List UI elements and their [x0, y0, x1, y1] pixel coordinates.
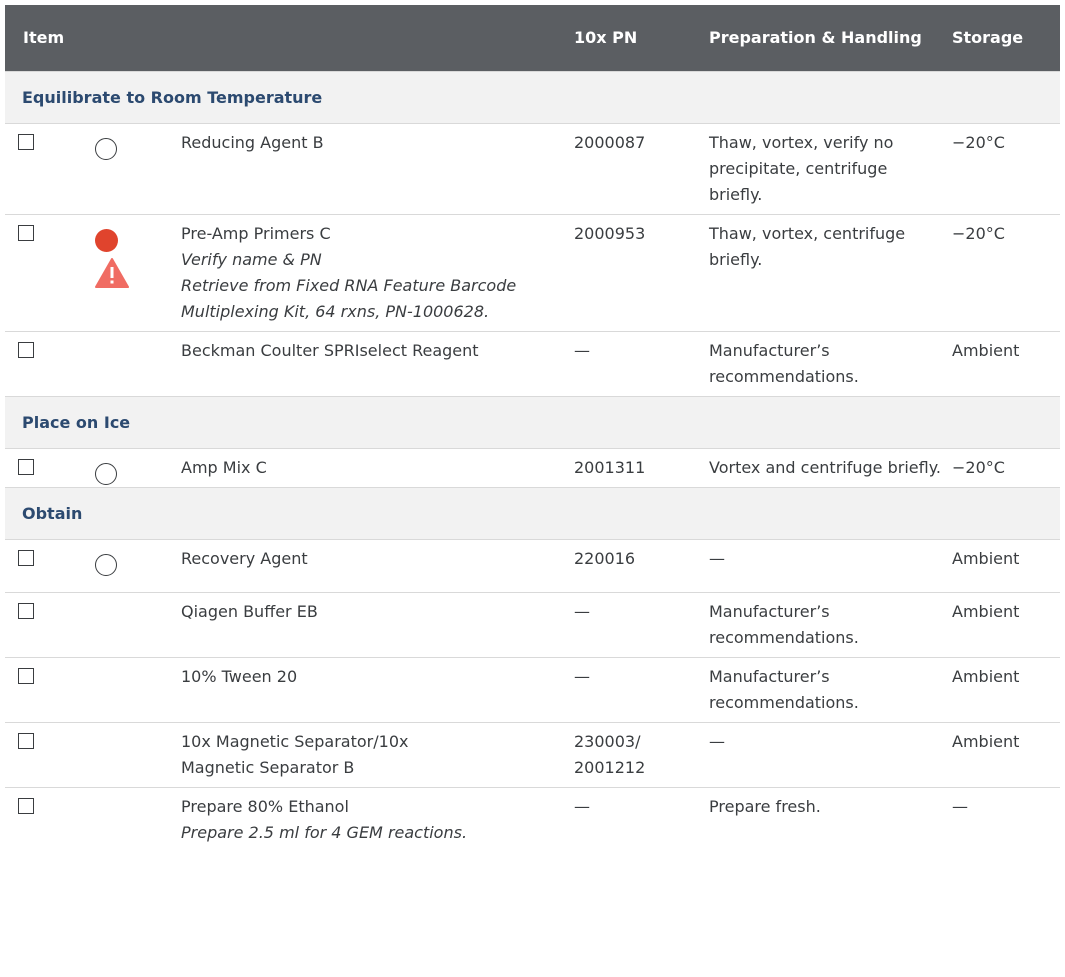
item-cell: Reducing Agent B — [5, 123, 563, 215]
circle-icon — [95, 553, 117, 576]
checkbox[interactable] — [18, 549, 34, 566]
table-row: Recovery Agent 220016 — Ambient — [5, 539, 1060, 593]
table-row: Prepare 80% Ethanol Prepare 2.5 ml for 4… — [5, 787, 1060, 852]
checkbox[interactable] — [18, 797, 34, 814]
checkbox[interactable] — [18, 341, 34, 358]
item-note: Verify name & PN — [181, 249, 322, 269]
storage-cell: −20°C — [941, 448, 1060, 488]
pn-cell: 230003/ 2001212 — [563, 722, 698, 788]
prep-cell: — — [698, 722, 941, 788]
item-name: 10x Magnetic Separator/10x Magnetic Sepa… — [181, 731, 409, 777]
header-preparation: Preparation & Handling — [698, 5, 941, 71]
item-cell: Amp Mix C — [5, 448, 563, 488]
item-cell: 10% Tween 20 — [5, 657, 563, 723]
section-title: Equilibrate to Room Temperature — [5, 70, 1060, 124]
header-storage: Storage — [941, 5, 1060, 71]
prep-cell: Thaw, vortex, verify no precipitate, cen… — [698, 123, 941, 215]
item-name: Qiagen Buffer EB — [181, 601, 318, 621]
section-title: Place on Ice — [5, 395, 1060, 449]
pn-cell: — — [563, 657, 698, 723]
item-name: Pre-Amp Primers C — [181, 223, 331, 243]
section-header: Place on Ice — [5, 395, 1060, 449]
section-header: Obtain — [5, 486, 1060, 540]
item-cell: Recovery Agent — [5, 539, 563, 593]
red-dot-icon — [95, 228, 118, 252]
pn-cell: — — [574, 796, 590, 816]
item-cell: 10x Magnetic Separator/10x Magnetic Sepa… — [5, 722, 563, 788]
checkbox[interactable] — [18, 458, 34, 475]
checkbox[interactable] — [18, 732, 34, 749]
table-row: Qiagen Buffer EB — Manufacturer’s recomm… — [5, 592, 1060, 658]
prep-cell: Manufacturer’s recommendations. — [698, 592, 941, 658]
section-header: Equilibrate to Room Temperature — [5, 70, 1060, 124]
storage-cell: Ambient — [941, 657, 1060, 723]
circle-icon — [95, 137, 117, 160]
pn-cell: — — [563, 592, 698, 658]
item-name: Beckman Coulter SPRIselect Reagent — [181, 340, 479, 360]
item-name: Amp Mix C — [181, 457, 267, 477]
pn-cell: 2001311 — [563, 448, 698, 488]
warning-icon — [95, 257, 129, 288]
table-row: Pre-Amp Primers C Verify name & PN Retri… — [5, 214, 1060, 332]
prep-cell: Vortex and centrifuge briefly. — [698, 448, 941, 488]
prep-cell: — — [698, 539, 941, 593]
item-name: Recovery Agent — [181, 548, 308, 568]
prep-cell: Prepare fresh. — [709, 796, 821, 816]
table-row: 10% Tween 20 — Manufacturer’s recommenda… — [5, 657, 1060, 723]
prep-cell: Manufacturer’s recommendations. — [698, 331, 941, 397]
checkbox[interactable] — [18, 602, 34, 619]
header-pn: 10x PN — [563, 5, 698, 71]
pn-cell: — — [563, 331, 698, 397]
pn-cell: 220016 — [563, 539, 698, 593]
reagent-checklist-table: Item 10x PN Preparation & Handling Stora… — [5, 5, 1060, 852]
storage-cell: Ambient — [941, 331, 1060, 397]
storage-cell: Ambient — [941, 539, 1060, 593]
pn-cell: 2000087 — [563, 123, 698, 215]
prep-cell: Thaw, vortex, centrifuge briefly. — [698, 214, 941, 332]
pn-cell: 2000953 — [563, 214, 698, 332]
checkbox[interactable] — [18, 133, 34, 150]
table-header-row: Item 10x PN Preparation & Handling Stora… — [5, 5, 1060, 71]
checkbox[interactable] — [18, 667, 34, 684]
storage-cell: Ambient — [941, 592, 1060, 658]
storage-cell: Ambient — [941, 722, 1060, 788]
item-name: Prepare 80% Ethanol — [181, 796, 349, 816]
item-note: Retrieve from Fixed RNA Feature Barcode … — [181, 275, 517, 321]
item-name: 10% Tween 20 — [181, 666, 298, 686]
table-row: Reducing Agent B 2000087 Thaw, vortex, v… — [5, 123, 1060, 215]
checkbox[interactable] — [18, 224, 34, 241]
item-cell: Qiagen Buffer EB — [5, 592, 563, 658]
table-row: Amp Mix C 2001311 Vortex and centrifuge … — [5, 448, 1060, 488]
item-note: Prepare 2.5 ml for 4 GEM reactions. — [181, 822, 468, 842]
prep-cell: Manufacturer’s recommendations. — [698, 657, 941, 723]
header-item: Item — [5, 5, 563, 71]
storage-cell: — — [952, 796, 968, 816]
item-name: Reducing Agent B — [181, 132, 324, 152]
item-cell: Prepare 80% Ethanol Prepare 2.5 ml for 4… — [5, 787, 563, 852]
item-cell: Pre-Amp Primers C Verify name & PN Retri… — [5, 214, 563, 332]
table-row: 10x Magnetic Separator/10x Magnetic Sepa… — [5, 722, 1060, 788]
storage-cell: −20°C — [941, 123, 1060, 215]
item-cell: Beckman Coulter SPRIselect Reagent — [5, 331, 563, 397]
section-title: Obtain — [5, 486, 1060, 540]
storage-cell: −20°C — [941, 214, 1060, 332]
circle-icon — [95, 462, 117, 485]
table-row: Beckman Coulter SPRIselect Reagent — Man… — [5, 331, 1060, 397]
